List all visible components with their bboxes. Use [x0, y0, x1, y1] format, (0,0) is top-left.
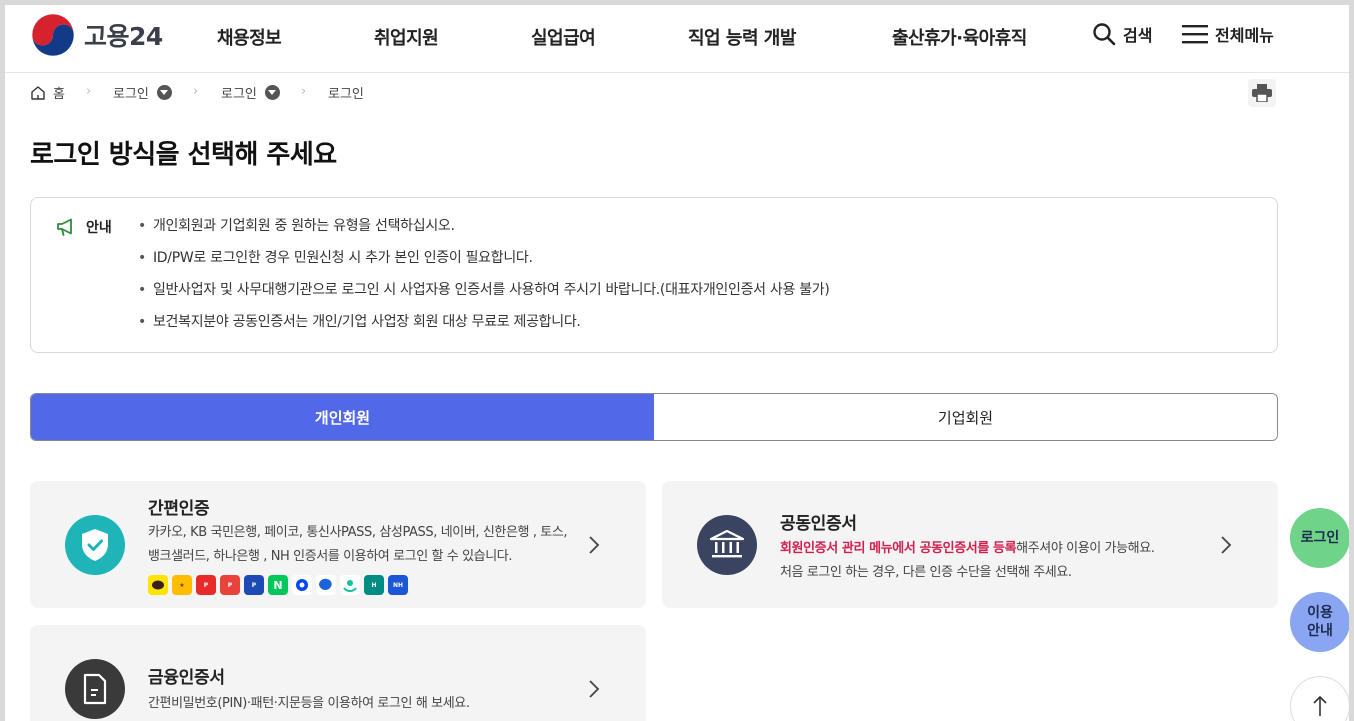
tab-personal-member[interactable]: 개인회원 [31, 394, 654, 440]
chevron-right-icon [589, 680, 600, 698]
tab-business-member[interactable]: 기업회원 [654, 394, 1277, 440]
search-button[interactable]: 검색 [1092, 22, 1152, 46]
bank-building-icon [697, 515, 757, 575]
notice-label: 안내 [86, 220, 112, 236]
search-label: 검색 [1123, 26, 1153, 45]
joint-certificate-desc-line2: 처음 로그인 하는 경우, 다른 인증 수단을 선택해 주세요. [780, 565, 1072, 580]
megaphone-icon [57, 218, 72, 236]
joint-certificate-card[interactable]: 공동인증서 회원인증서 관리 메뉴에서 공동인증서를 등록해주셔야 이용이 가능… [662, 481, 1278, 608]
chevron-right-icon: › [301, 84, 307, 99]
simple-auth-description: 카카오, KB 국민은행, 페이코, 통신사PASS, 삼성PASS, 네이버,… [148, 521, 578, 569]
breadcrumb-current: 로그인 [328, 83, 364, 102]
shield-check-icon [65, 515, 125, 575]
logo-text: 고용24 [84, 22, 163, 51]
nav-item-unemployment-benefit[interactable]: 실업급여 [531, 24, 596, 50]
joint-certificate-title: 공동인증서 [780, 514, 857, 534]
floating-login-label: 로그인 [1300, 530, 1340, 546]
floating-guide-label-2: 안내 [1307, 623, 1333, 639]
financial-certificate-desc: 간편비밀번호(PIN)·패턴·지문등을 이용하여 로그인 해 보세요. [148, 696, 470, 711]
notice-header: 안내 [56, 217, 112, 237]
joint-certificate-description: 회원인증서 관리 메뉴에서 공동인증서를 등록해주셔야 이용이 가능해요. 처음… [780, 537, 1220, 585]
notice-box: 안내 개인회원과 기업회원 중 원하는 유형을 선택하십시오. ID/PW로 로… [30, 197, 1278, 353]
samsung-pass-icon: P [244, 575, 264, 595]
dropdown-icon[interactable] [264, 85, 280, 100]
member-type-tabs: 개인회원 기업회원 [30, 393, 1278, 441]
joint-certificate-highlight: 회원인증서 관리 메뉴에서 공동인증서를 등록 [780, 541, 1017, 556]
provider-logos: ★ P P P N H NH [148, 575, 412, 595]
breadcrumb-current-label: 로그인 [328, 87, 364, 102]
floating-guide-button[interactable]: 이용 안내 [1290, 592, 1350, 652]
nav-item-employment-support[interactable]: 취업지원 [374, 24, 439, 50]
nav-item-parental-leave[interactable]: 출산휴가·육아휴직 [892, 24, 1027, 50]
kb-icon: ★ [172, 575, 192, 595]
notice-item: 보건복지분야 공동인증서는 개인/기업 사업장 회원 대상 무료로 제공합니다. [138, 312, 830, 344]
nav-item-jobs[interactable]: 채용정보 [217, 24, 282, 50]
floating-login-button[interactable]: 로그인 [1290, 508, 1350, 568]
site-header: 고용24 채용정보 취업지원 실업급여 직업 능력 개발 출산휴가·육아휴직 검… [5, 5, 1349, 73]
breadcrumb-level1[interactable]: 로그인 [113, 83, 172, 102]
scroll-top-button[interactable] [1290, 676, 1350, 721]
breadcrumb-level2[interactable]: 로그인 [221, 83, 280, 102]
dropdown-icon[interactable] [156, 85, 172, 100]
notice-item: 일반사업자 및 사무대행기관으로 로그인 시 사업자용 인증서를 사용하여 주시… [138, 280, 830, 312]
arrow-up-icon [1313, 695, 1327, 716]
nh-icon: NH [388, 575, 408, 595]
payco-icon: P [196, 575, 216, 595]
pass-icon: P [220, 575, 240, 595]
print-button[interactable] [1248, 79, 1276, 107]
breadcrumb-level2-label: 로그인 [221, 87, 257, 102]
chevron-right-icon: › [86, 84, 92, 99]
chevron-right-icon [589, 536, 600, 554]
window-frame [0, 0, 1354, 721]
joint-certificate-desc-rest: 해주셔야 이용이 가능해요. [1016, 541, 1155, 556]
simple-auth-card[interactable]: 간편인증 카카오, KB 국민은행, 페이코, 통신사PASS, 삼성PASS,… [30, 481, 646, 608]
all-menu-label: 전체메뉴 [1215, 26, 1274, 45]
financial-certificate-card[interactable]: 금융인증서 간편비밀번호(PIN)·패턴·지문등을 이용하여 로그인 해 보세요… [30, 625, 646, 721]
hamburger-icon [1182, 25, 1208, 44]
notice-item: ID/PW로 로그인한 경우 민원신청 시 추가 본인 인증이 필요합니다. [138, 248, 830, 280]
page-title: 로그인 방식을 선택해 주세요 [30, 140, 337, 170]
site-logo[interactable]: 고용24 [31, 13, 163, 57]
kakao-icon [148, 575, 168, 595]
taeguk-logo-icon [31, 13, 75, 57]
breadcrumb-home-label: 홈 [53, 87, 65, 102]
banksalad-icon [340, 575, 360, 595]
chevron-right-icon: › [193, 84, 199, 99]
simple-auth-desc-line2: 뱅크샐러드, 하나은행 , NH 인증서를 이용하여 로그인 할 수 있습니다. [148, 549, 513, 564]
breadcrumb-home[interactable]: 홈 [30, 83, 65, 102]
search-icon [1093, 23, 1116, 46]
chevron-right-icon [1221, 536, 1232, 554]
simple-auth-title: 간편인증 [148, 499, 210, 519]
financial-certificate-description: 간편비밀번호(PIN)·패턴·지문등을 이용하여 로그인 해 보세요. [148, 692, 588, 716]
simple-auth-desc-line1: 카카오, KB 국민은행, 페이코, 통신사PASS, 삼성PASS, 네이버,… [148, 525, 568, 540]
home-icon [31, 85, 45, 100]
nav-item-skills-development[interactable]: 직업 능력 개발 [688, 24, 796, 50]
shinhan-icon [292, 575, 312, 595]
breadcrumb-level1-label: 로그인 [113, 87, 149, 102]
all-menu-button[interactable]: 전체메뉴 [1182, 22, 1274, 46]
document-icon [65, 659, 125, 719]
naver-icon: N [268, 575, 288, 595]
printer-icon [1252, 84, 1272, 102]
hana-icon: H [364, 575, 384, 595]
notice-list: 개인회원과 기업회원 중 원하는 유형을 선택하십시오. ID/PW로 로그인한… [138, 216, 830, 344]
financial-certificate-title: 금융인증서 [148, 668, 225, 688]
floating-guide-label-1: 이용 [1307, 605, 1333, 621]
toss-icon [316, 575, 336, 595]
notice-item: 개인회원과 기업회원 중 원하는 유형을 선택하십시오. [138, 216, 830, 248]
